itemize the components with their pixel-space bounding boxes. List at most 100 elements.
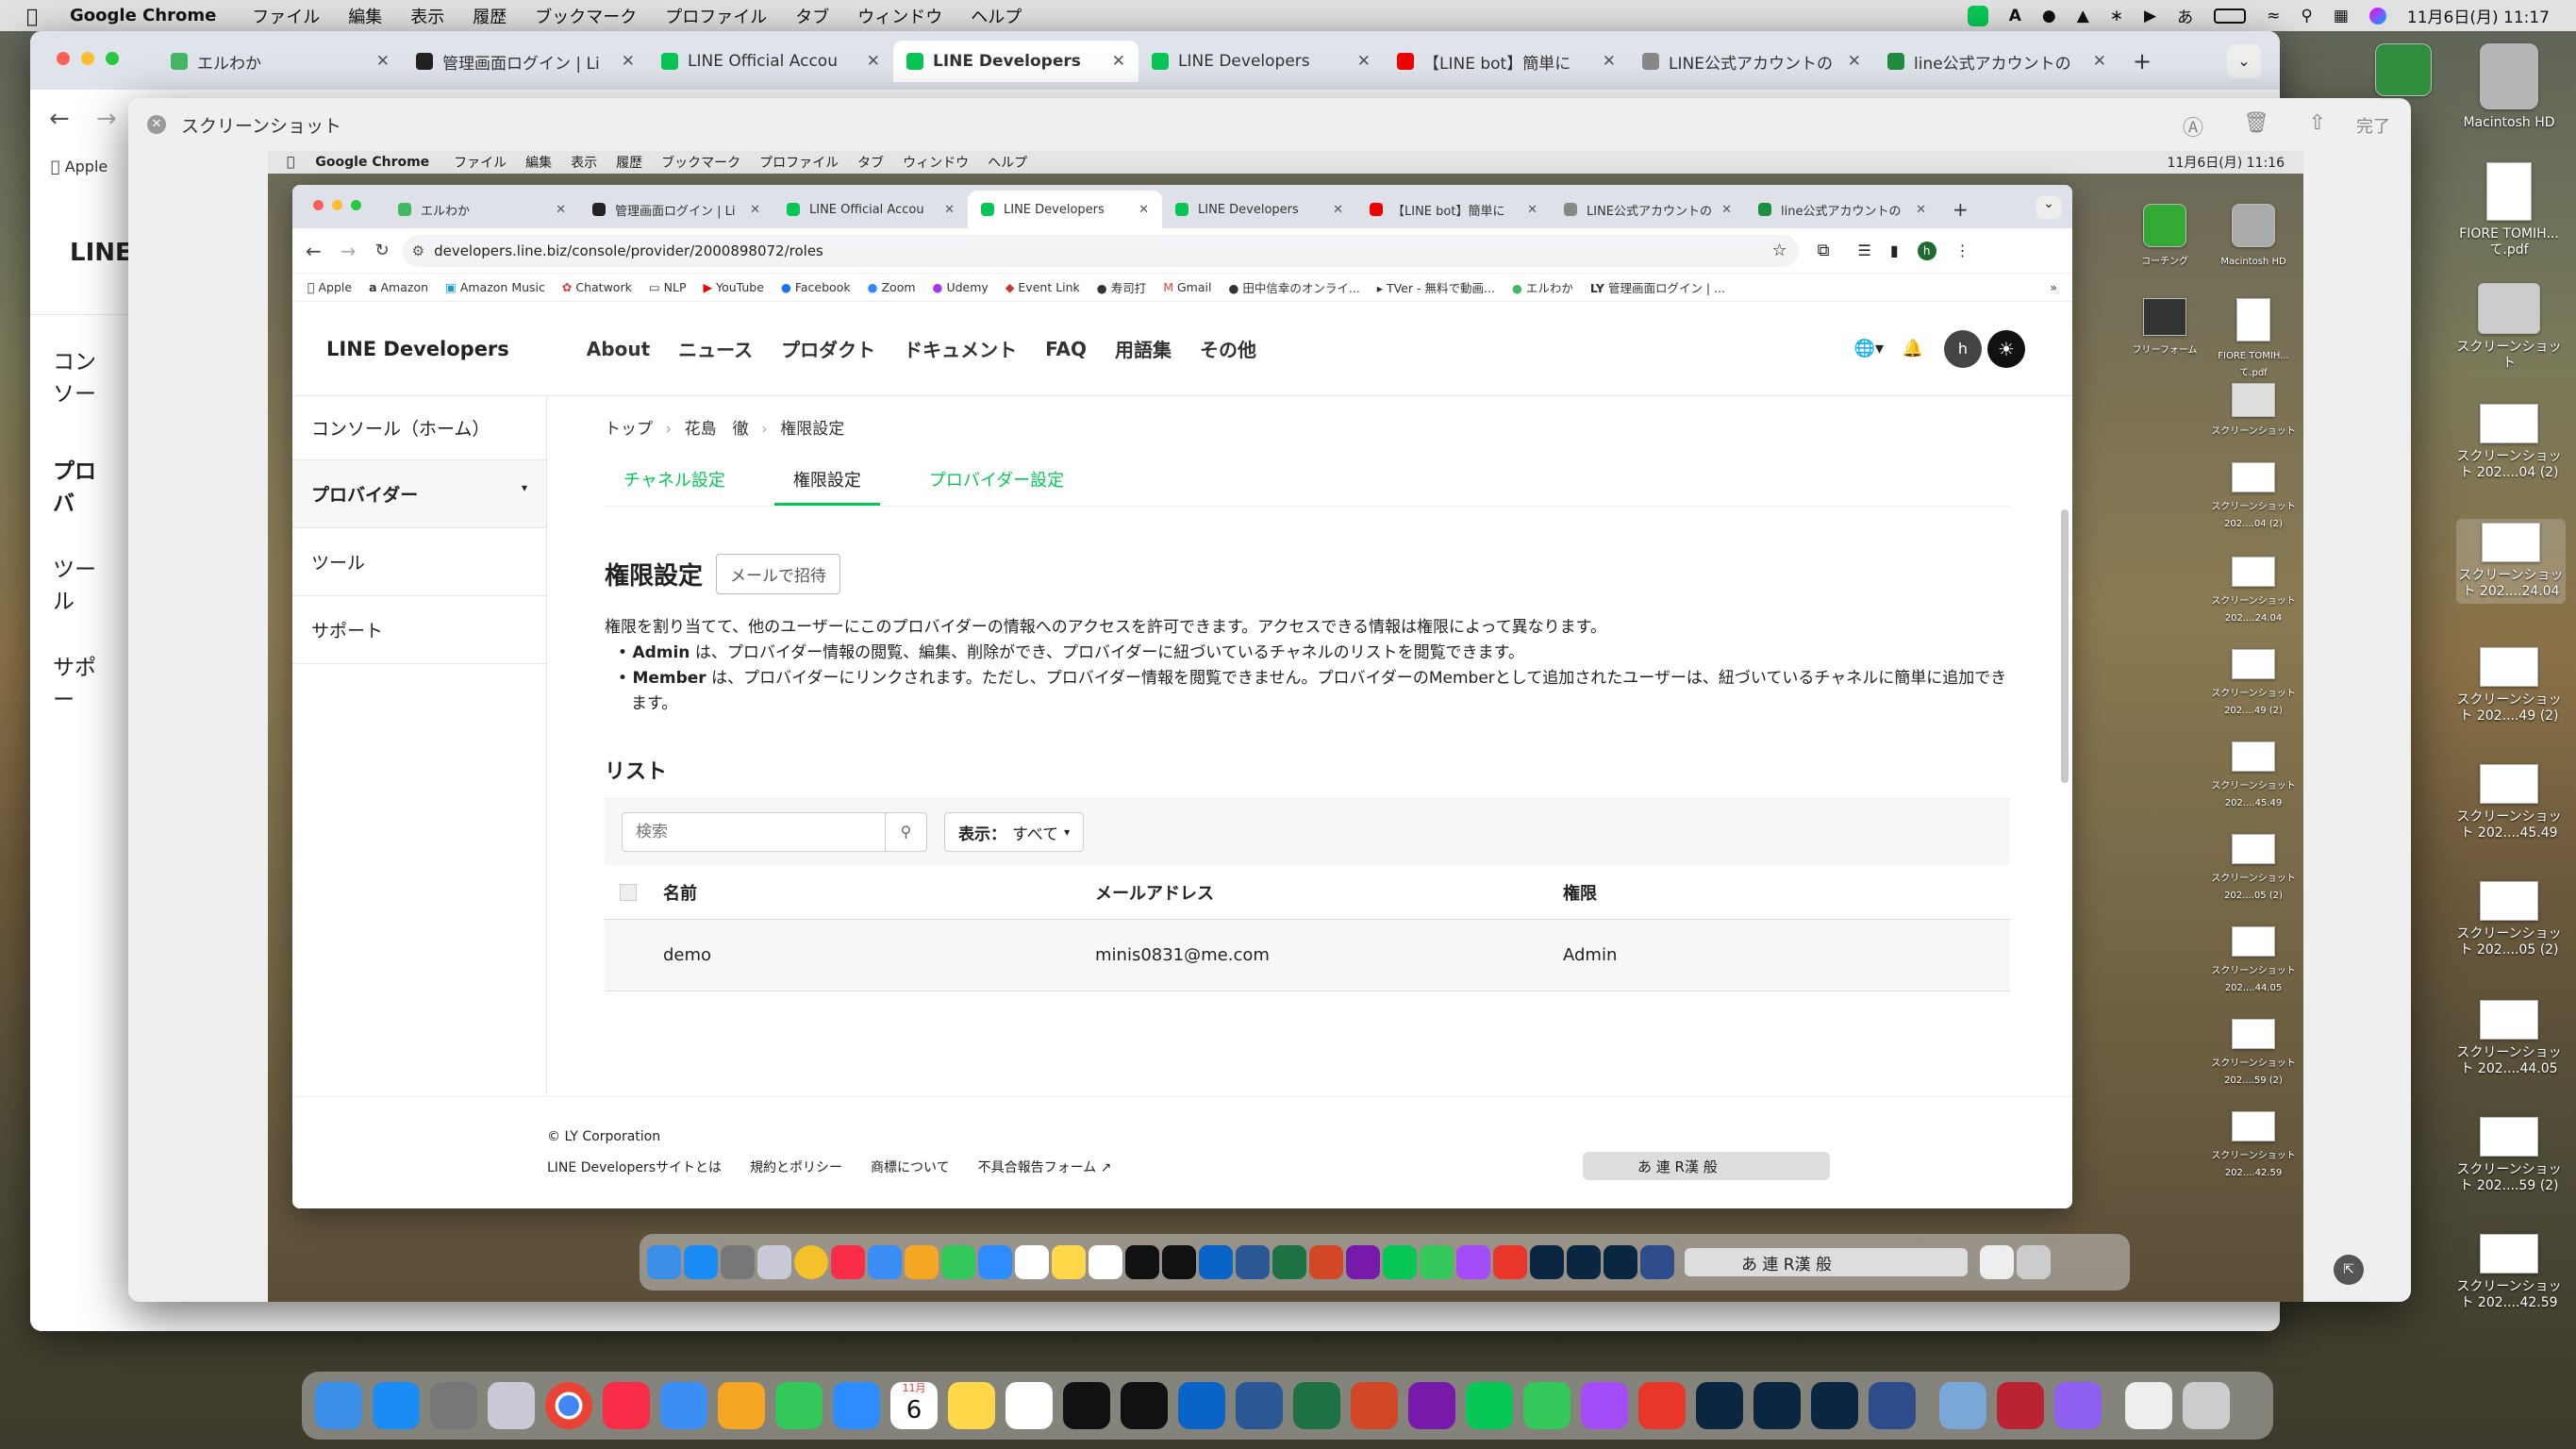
close-tab-icon[interactable]: ✕ [1357, 52, 1371, 71]
search-icon[interactable]: ⚲ [885, 813, 926, 851]
bookmark-item[interactable]: ▣ Amazon Music [445, 280, 545, 294]
minimize-window-button[interactable] [81, 52, 94, 65]
tab-search-button[interactable]: ⌄ [2227, 44, 2261, 78]
header-email[interactable]: メールアドレス [1095, 880, 1563, 905]
new-tab-button[interactable]: + [2119, 41, 2161, 82]
done-button[interactable]: 完了 [2356, 113, 2390, 138]
creative-cloud-status-icon[interactable]: ● [2042, 7, 2056, 25]
inner-tab[interactable]: エルわか ✕ [385, 191, 579, 228]
back-bookmark-apple[interactable]:  Apple [51, 158, 108, 175]
table-row[interactable]: demo minis0831@me.com Admin [605, 920, 2010, 991]
bookmark-item[interactable]: M Gmail [1163, 280, 1211, 294]
dock-screen-time-icon[interactable] [2054, 1382, 2102, 1429]
close-tab-icon[interactable]: ✕ [556, 203, 566, 217]
dock-photoshop-icon[interactable] [1696, 1382, 1743, 1429]
close-tab-icon[interactable]: ✕ [750, 203, 760, 217]
close-tab-icon[interactable]: ✕ [1527, 203, 1537, 217]
header-role[interactable]: 権限 [1563, 880, 1597, 905]
close-window-button[interactable] [57, 52, 70, 65]
bookmark-item[interactable]: ● エルわか [1512, 278, 1573, 296]
sidebar-item-tools[interactable]: ツール [292, 528, 546, 596]
menubar-file[interactable]: ファイル [252, 4, 320, 28]
reading-list-icon[interactable]: ☰ [1857, 242, 1870, 259]
apple-menu-icon[interactable]:  [26, 5, 38, 27]
dock-creative-cloud-icon[interactable] [1638, 1382, 1686, 1429]
notification-bell-icon[interactable]: 🔔 [1903, 339, 1923, 358]
inner-tab[interactable]: line公式アカウントの ✕ [1745, 191, 1939, 228]
dock-chrome-icon[interactable] [545, 1382, 592, 1429]
back-tab[interactable]: line公式アカウントの ✕ [1874, 41, 2119, 82]
back-tab[interactable]: LINE Official Accou ✕ [648, 41, 893, 82]
more-bookmarks-icon[interactable]: » [2050, 280, 2057, 294]
chrome-menu-icon[interactable]: ⋮ [1955, 242, 1970, 259]
tab-channel-settings[interactable]: チャネル設定 [605, 467, 744, 506]
footer-link[interactable]: 規約とポリシー [750, 1158, 842, 1176]
back-sidebar-item[interactable]: コンソー [30, 315, 134, 436]
back-tab[interactable]: LINE公式アカウントの ✕ [1629, 41, 1874, 82]
close-tab-icon[interactable]: ✕ [1603, 52, 1616, 71]
desktop-icon-coaching-folder[interactable] [2366, 43, 2441, 102]
dropbox-status-icon[interactable]: ▲ [2077, 7, 2089, 25]
dock-line-icon[interactable] [1466, 1382, 1513, 1429]
close-preview-icon[interactable]: ✕ [147, 115, 166, 134]
menubar-tab[interactable]: タブ [795, 4, 829, 28]
inner-tab[interactable]: 【LINE bot】簡単に ✕ [1356, 191, 1551, 228]
profile-avatar-icon[interactable]: h [1917, 241, 1936, 260]
dock-finder-icon[interactable] [315, 1382, 362, 1429]
close-tab-icon[interactable]: ✕ [622, 52, 635, 71]
back-sidebar-item[interactable]: プロバ [30, 436, 134, 534]
inner-tab-search-icon[interactable]: ⌄ [2036, 196, 2061, 219]
bookmark-item[interactable]: ▶ YouTube [703, 280, 763, 294]
dock-facetime-icon[interactable] [775, 1382, 823, 1429]
close-tab-icon[interactable]: ✕ [1721, 203, 1732, 217]
desktop-icon-screenshot[interactable]: スクリーンショット 202....42.59 [2452, 1234, 2566, 1311]
bookmark-item[interactable]: LY 管理画面ログイン | ... [1590, 278, 1725, 296]
dock-excel-icon[interactable] [1293, 1382, 1340, 1429]
desktop-icon-screenshot[interactable]: スクリーンショット 202....49 (2) [2452, 647, 2566, 724]
desktop-icon-screenshot[interactable]: スクリーンショット 202....44.05 [2452, 1000, 2566, 1077]
dock-messages-icon[interactable] [1523, 1382, 1571, 1429]
user-avatar[interactable]: h [1944, 329, 1982, 368]
back-sidebar-item[interactable]: ツール [30, 534, 134, 632]
site-logo[interactable]: LINE Developers [326, 338, 509, 360]
page-scrollbar[interactable] [2061, 509, 2069, 783]
menubar-profiles[interactable]: プロファイル [665, 4, 767, 28]
menubar-window[interactable]: ウィンドウ [857, 4, 942, 28]
dock-lightroom-classic-icon[interactable] [1753, 1382, 1801, 1429]
inner-tab-active[interactable]: LINE Developers ✕ [968, 191, 1162, 228]
footer-link[interactable]: 不具合報告フォーム ↗ [978, 1158, 1112, 1176]
adobe-status-icon[interactable]: A [2009, 7, 2021, 25]
display-filter-dropdown[interactable]: 表示： すべて ▾ [944, 812, 1085, 852]
desktop-icon-hd[interactable]: Macintosh HD [2452, 43, 2566, 131]
select-all-checkbox[interactable] [620, 883, 637, 901]
nav-faq[interactable]: FAQ [1045, 338, 1087, 360]
dock-onenote-icon[interactable] [1408, 1382, 1455, 1429]
desktop-icon-screenshot[interactable]: スクリーンショット 202....45.49 [2452, 764, 2566, 841]
dock-calendar-icon[interactable]: 11月 6 [890, 1382, 938, 1429]
footer-link[interactable]: 商標について [871, 1158, 950, 1176]
inner-tab[interactable]: LINE Developers ✕ [1162, 191, 1356, 228]
back-nav-button[interactable]: ← [49, 105, 70, 133]
close-tab-icon[interactable]: ✕ [1916, 203, 1926, 217]
tab-permission-settings[interactable]: 権限設定 [773, 467, 880, 506]
inner-tab[interactable]: LINE Official Accou ✕ [773, 191, 968, 228]
dock-settings-icon[interactable] [430, 1382, 477, 1429]
dock-music-icon[interactable] [603, 1382, 650, 1429]
dock-photos-icon[interactable] [718, 1382, 765, 1429]
close-tab-icon[interactable]: ✕ [944, 203, 955, 217]
back-tab[interactable]: 管理画面ログイン | Li ✕ [403, 41, 648, 82]
desktop-icon-screenshot[interactable]: スクリーンショット 202....05 (2) [2452, 881, 2566, 958]
close-tab-icon[interactable]: ✕ [2093, 52, 2106, 71]
nav-glossary[interactable]: 用語集 [1115, 335, 1172, 362]
language-globe-icon[interactable]: 🌐▾ [1854, 339, 1884, 358]
dock-trash-icon[interactable] [2183, 1382, 2230, 1429]
close-tab-icon[interactable]: ✕ [1848, 52, 1861, 71]
desktop-icon-pdf[interactable]: FIORE TOMIH...て.pdf [2452, 162, 2566, 258]
bookmark-item[interactable]: ● Facebook [781, 280, 851, 294]
menubar-clock[interactable]: 11月6日(月) 11:17 [2407, 4, 2550, 27]
bookmark-item[interactable]: ● Zoom [868, 280, 916, 294]
dock-launchpad-icon[interactable] [488, 1382, 535, 1429]
footer-link[interactable]: LINE Developersサイトとは [547, 1158, 722, 1176]
bookmark-item[interactable]:  Apple [307, 280, 352, 294]
dock-messenger-icon[interactable] [1581, 1382, 1628, 1429]
